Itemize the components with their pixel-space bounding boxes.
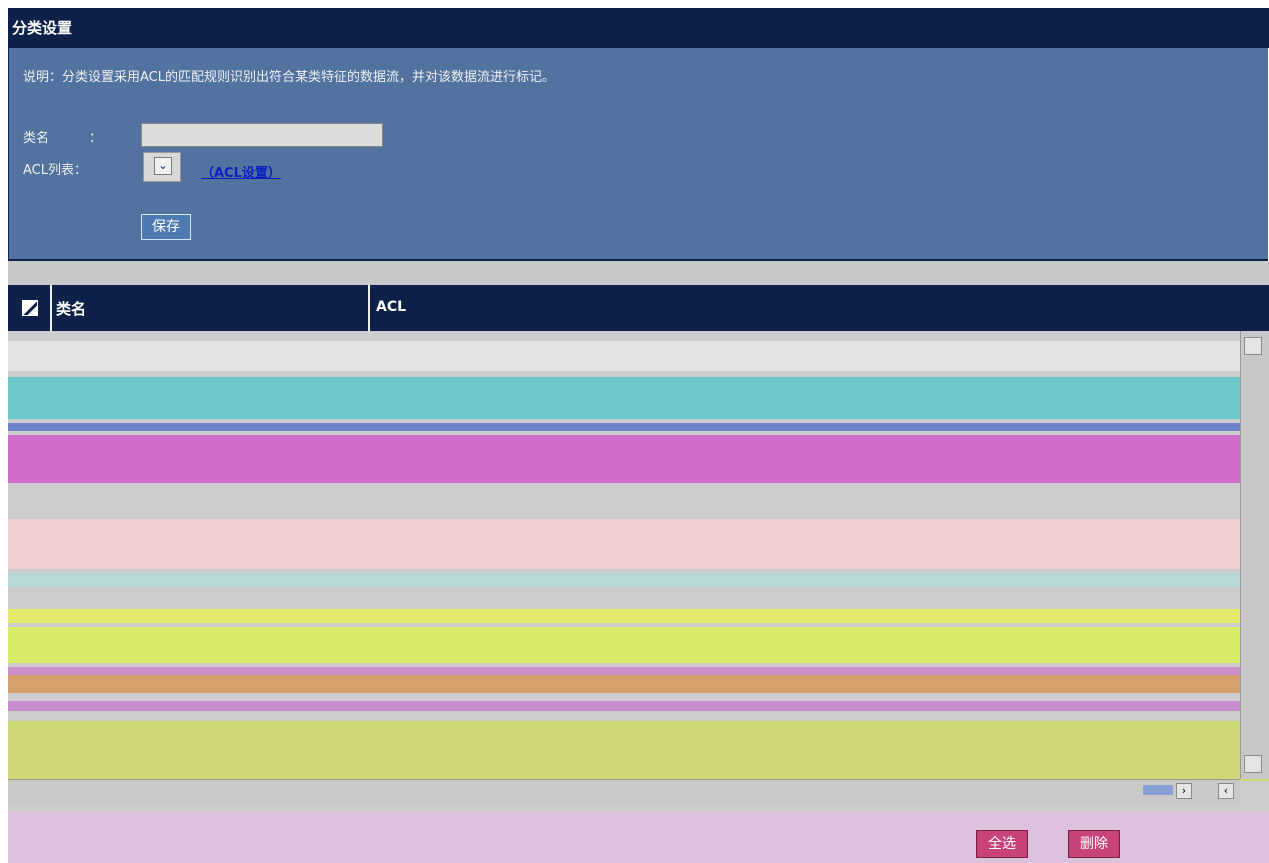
acl-list-select[interactable]: ⌄ [143, 152, 181, 182]
class-name-label: 类名 [23, 131, 50, 146]
table-row-area [8, 609, 1269, 623]
chevron-down-icon: ⌄ [154, 157, 172, 175]
class-name-colon: ： [89, 131, 103, 146]
table-row-area [8, 435, 1269, 483]
table-row-area [8, 377, 1269, 419]
vertical-scrollbar[interactable] [1240, 331, 1269, 779]
save-button[interactable]: 保存 [141, 214, 191, 240]
table-row-area [8, 667, 1269, 675]
table-row-area [8, 573, 1269, 587]
arrow-left-icon[interactable]: ‹ [1218, 783, 1234, 799]
column-divider [368, 285, 370, 331]
class-name-input[interactable] [141, 123, 383, 147]
arrow-right-icon[interactable]: › [1176, 783, 1192, 799]
table-row-area [8, 701, 1269, 711]
table-row-area [8, 627, 1269, 663]
select-all-button[interactable]: 全选 [976, 830, 1028, 858]
table-row-area [8, 341, 1269, 371]
section-divider [8, 261, 1269, 285]
table-row-area [8, 519, 1269, 569]
check-all-icon[interactable] [22, 300, 38, 316]
description-text: 说明：分类设置采用ACL的匹配规则识别出符合某类特征的数据流，并对该数据流进行标… [23, 70, 555, 85]
table-header: 类名 ACL [8, 285, 1269, 331]
table-body [8, 331, 1269, 811]
arrow-up-icon[interactable] [1244, 337, 1262, 355]
column-header-class-name: 类名 [56, 300, 87, 318]
table-row-area [8, 423, 1269, 431]
table-footer: 全选 删除 [8, 811, 1269, 863]
settings-panel: 说明：分类设置采用ACL的匹配规则识别出符合某类特征的数据流，并对该数据流进行标… [8, 48, 1268, 261]
table-row-area [8, 675, 1269, 693]
scrollbar-thumb[interactable] [1143, 785, 1173, 795]
table-row-area [8, 721, 1269, 781]
delete-button[interactable]: 删除 [1068, 830, 1120, 858]
column-divider [50, 285, 52, 331]
acl-settings-link[interactable]: （ACL设置） [201, 162, 281, 181]
arrow-down-icon[interactable] [1244, 755, 1262, 773]
column-header-acl: ACL [376, 299, 407, 315]
panel-title: 分类设置 [8, 8, 1269, 48]
horizontal-scrollbar[interactable]: › ‹ [8, 779, 1240, 803]
acl-list-label: ACL列表： [23, 163, 87, 178]
